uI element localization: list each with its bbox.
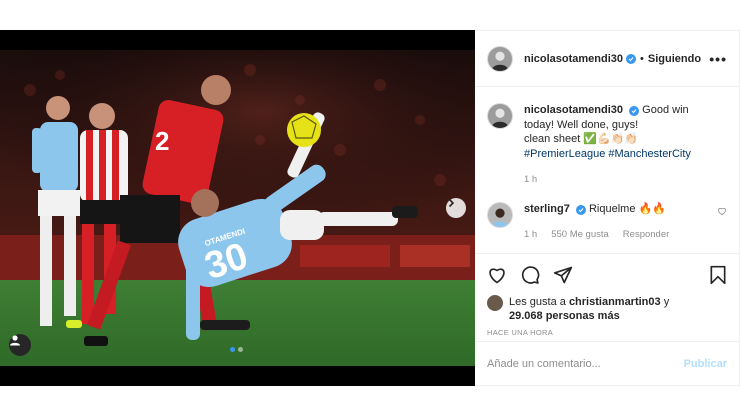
- caption-hashtags[interactable]: #PremierLeague #ManchesterCity: [524, 148, 691, 160]
- liker-avatar[interactable]: [487, 295, 503, 311]
- publish-button[interactable]: Publicar: [684, 358, 727, 370]
- reply-button[interactable]: Responder: [623, 228, 669, 243]
- post-actions: Les gusta a christianmartin03 y 29.068 p…: [475, 253, 739, 337]
- football: [287, 113, 321, 147]
- caption-text-line2: clean sheet ✅💪🏻👏🏻👏🏻: [524, 133, 639, 145]
- comment-meta: 1 h 550 Me gusta Responder: [524, 228, 694, 243]
- author-avatar[interactable]: [487, 45, 513, 72]
- jersey-number-red: 2: [155, 126, 169, 156]
- match-photo: 2 30 OTAMENDI: [0, 30, 475, 386]
- comment-heart-icon[interactable]: [717, 206, 727, 216]
- more-options-button[interactable]: •••: [709, 51, 727, 67]
- likes-summary: Les gusta a christianmartin03 y 29.068 p…: [487, 295, 727, 323]
- comment-composer: Publicar: [475, 341, 739, 385]
- comment-icon[interactable]: [520, 265, 540, 285]
- bookmark-icon[interactable]: [709, 265, 727, 285]
- comment-body: sterling7 Riquelme 🔥🔥 1 h 550 Me gusta R…: [524, 202, 694, 243]
- comment-time[interactable]: 1 h: [524, 228, 537, 243]
- post-sidebar: nicolasotamendi30 • Siguiendo ••• nicola…: [475, 30, 740, 386]
- comment-input[interactable]: [487, 357, 684, 370]
- caption-time[interactable]: 1 h: [524, 173, 537, 188]
- comment-likes[interactable]: 550 Me gusta: [551, 228, 609, 243]
- caption-avatar[interactable]: [487, 103, 513, 129]
- author-username[interactable]: nicolasotamendi30: [524, 53, 623, 65]
- commenter-avatar[interactable]: [487, 201, 513, 228]
- avatar-image: [488, 104, 512, 128]
- tagged-users-button[interactable]: [9, 334, 31, 356]
- liker-username[interactable]: christianmartin03: [569, 296, 661, 308]
- verified-icon: [575, 204, 586, 215]
- likes-connector: y: [663, 296, 670, 308]
- post-header: nicolasotamendi30 • Siguiendo •••: [475, 31, 739, 87]
- avatar-image: [488, 202, 512, 227]
- carousel-dot-active: [230, 347, 235, 352]
- header-separator: •: [640, 52, 644, 65]
- user-icon: [10, 335, 20, 346]
- verified-icon: [629, 106, 640, 116]
- post-image[interactable]: 2 30 OTAMENDI: [0, 30, 475, 386]
- caption-body: nicolasotamendi30 Good win today! Well d…: [524, 103, 720, 188]
- commenter-username[interactable]: sterling7: [524, 203, 570, 215]
- comment-text: Riquelme 🔥🔥: [588, 202, 666, 215]
- likes-text: Les gusta a christianmartin03 y 29.068 p…: [509, 295, 669, 323]
- following-button[interactable]: Siguiendo: [648, 53, 701, 65]
- post-timestamp[interactable]: HACE UNA HORA: [487, 328, 727, 337]
- carousel-dot: [238, 347, 243, 352]
- caption-username[interactable]: nicolasotamendi30: [524, 104, 623, 116]
- caption-meta: 1 h: [524, 173, 720, 188]
- share-icon[interactable]: [553, 265, 573, 285]
- caption: nicolasotamendi30 Good win today! Well d…: [487, 103, 727, 188]
- carousel-indicator: [230, 347, 243, 352]
- action-icons: [487, 264, 727, 286]
- comment-item: sterling7 Riquelme 🔥🔥 1 h 550 Me gusta R…: [487, 201, 727, 243]
- next-slide-button[interactable]: [446, 198, 466, 218]
- likes-others[interactable]: 29.068 personas más: [509, 310, 620, 322]
- verified-icon: [626, 53, 637, 64]
- heart-icon[interactable]: [487, 265, 507, 285]
- comments-section: nicolasotamendi30 Good win today! Well d…: [475, 87, 739, 253]
- likes-prefix: Les gusta a: [509, 296, 566, 308]
- avatar-image: [488, 46, 512, 71]
- chevron-right-icon: [448, 198, 455, 208]
